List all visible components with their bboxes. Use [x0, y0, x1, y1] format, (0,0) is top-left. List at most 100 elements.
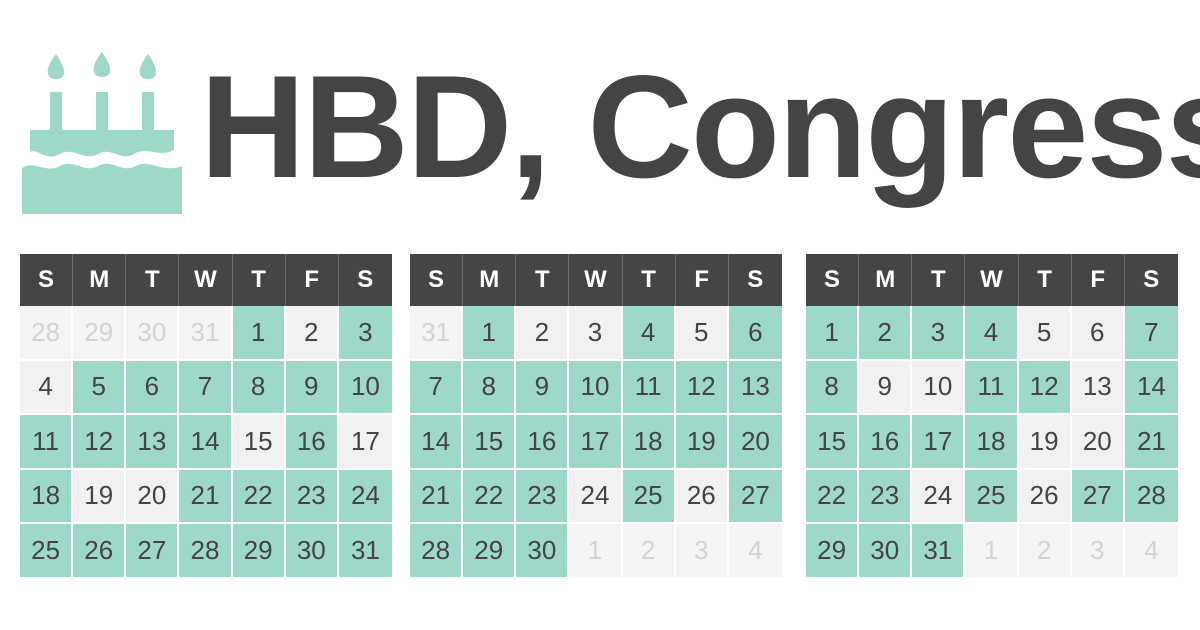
day-cell-in-session: 17 [569, 415, 623, 470]
day-cell: 20 [1071, 415, 1125, 470]
day-cell-in-session: 16 [516, 415, 570, 470]
weekday-label: T [126, 254, 180, 306]
day-cell-in-session: 11 [965, 360, 1019, 415]
weekday-label: F [1072, 254, 1125, 306]
weekday-label: M [463, 254, 517, 306]
day-cell-in-session: 12 [73, 415, 127, 470]
day-cell-other-month: 3 [1071, 524, 1125, 579]
day-cell-other-month: 29 [73, 306, 127, 361]
weekday-label: F [676, 254, 729, 306]
day-cell-in-session: 27 [728, 469, 782, 524]
weekday-label: W [179, 254, 233, 306]
weekday-header: SMTWTFS [410, 254, 782, 306]
day-cell: 5 [1018, 306, 1072, 361]
day-cell-in-session: 23 [859, 469, 913, 524]
day-cell-in-session: 23 [285, 469, 339, 524]
day-cell-in-session: 11 [622, 360, 676, 415]
day-cell-in-session: 26 [73, 524, 127, 579]
day-cell-in-session: 3 [338, 306, 392, 361]
day-cell: 10 [912, 360, 966, 415]
day-cell-in-session: 22 [463, 469, 517, 524]
weekday-header: SMTWTFS [806, 254, 1178, 306]
weekday-label: M [73, 254, 127, 306]
page-title: HBD, Congress [200, 45, 1200, 208]
day-cell-in-session: 6 [728, 306, 782, 361]
weekday-label: W [965, 254, 1019, 306]
calendar-month-2: SMTWTFS 31 1 2 3 4 5 6 7 8 9 10 11 12 13 14 15 16 17 18 19 2… [410, 254, 782, 579]
day-cell: 3 [569, 306, 623, 361]
day-cell-in-session: 10 [569, 360, 623, 415]
day-cell-in-session: 25 [965, 469, 1019, 524]
day-cell: 24 [912, 469, 966, 524]
day-cell-in-session: 19 [675, 415, 729, 470]
day-cell-other-month: 31 [410, 306, 464, 361]
day-cell-other-month: 2 [1018, 524, 1072, 579]
day-cell-in-session: 29 [463, 524, 517, 579]
day-cell-in-session: 1 [463, 306, 517, 361]
day-cell-in-session: 16 [285, 415, 339, 470]
day-cell-in-session: 16 [859, 415, 913, 470]
weekday-label: W [569, 254, 623, 306]
day-cell: 2 [516, 306, 570, 361]
day-grid: 28 29 30 31 1 2 3 4 5 6 7 8 9 10 11 12 13 14 15 16 17 18 19 20 2… [20, 306, 392, 579]
day-cell-in-session: 18 [965, 415, 1019, 470]
weekday-label: T [912, 254, 966, 306]
day-cell-other-month: 30 [126, 306, 180, 361]
day-cell-in-session: 24 [338, 469, 392, 524]
day-cell-in-session: 10 [338, 360, 392, 415]
day-cell-in-session: 11 [20, 415, 74, 470]
weekday-label: M [859, 254, 913, 306]
day-cell-in-session: 2 [859, 306, 913, 361]
day-cell-in-session: 28 [179, 524, 233, 579]
day-cell: 17 [338, 415, 392, 470]
day-cell-in-session: 8 [232, 360, 286, 415]
day-grid: 31 1 2 3 4 5 6 7 8 9 10 11 12 13 14 15 16 17 18 19 20 21 22 23 2… [410, 306, 782, 579]
weekday-label: S [806, 254, 860, 306]
day-cell: 24 [569, 469, 623, 524]
day-cell-in-session: 22 [232, 469, 286, 524]
calendar-month-1: SMTWTFS 28 29 30 31 1 2 3 4 5 6 7 8 9 10 11 12 13 14 15 16 1… [20, 254, 392, 579]
day-cell-in-session: 4 [965, 306, 1019, 361]
day-cell-in-session: 6 [126, 360, 180, 415]
day-cell-other-month: 31 [179, 306, 233, 361]
day-cell-in-session: 20 [728, 415, 782, 470]
day-cell: 26 [675, 469, 729, 524]
day-cell-in-session: 25 [20, 524, 74, 579]
day-cell-in-session: 23 [516, 469, 570, 524]
weekday-label: T [1019, 254, 1072, 306]
day-cell-in-session: 8 [463, 360, 517, 415]
day-cell-in-session: 29 [232, 524, 286, 579]
day-cell: 2 [285, 306, 339, 361]
day-cell-in-session: 8 [806, 360, 860, 415]
weekday-label: S [410, 254, 464, 306]
day-cell-in-session: 31 [338, 524, 392, 579]
day-cell-in-session: 28 [410, 524, 464, 579]
weekday-label: S [1143, 266, 1160, 293]
day-cell: 19 [73, 469, 127, 524]
day-cell-other-month: 2 [622, 524, 676, 579]
day-cell-in-session: 14 [410, 415, 464, 470]
day-cell-other-month: 3 [675, 524, 729, 579]
day-cell-in-session: 7 [1124, 306, 1178, 361]
weekday-label: T [623, 254, 676, 306]
day-cell-in-session: 7 [410, 360, 464, 415]
weekday-label: S [747, 266, 764, 293]
weekday-label: F [286, 254, 339, 306]
day-cell-in-session: 9 [516, 360, 570, 415]
day-cell-in-session: 4 [622, 306, 676, 361]
day-cell-in-session: 30 [516, 524, 570, 579]
day-cell: 20 [126, 469, 180, 524]
weekday-label: T [233, 254, 286, 306]
birthday-cake-icon [22, 52, 182, 214]
day-cell: 26 [1018, 469, 1072, 524]
day-cell-in-session: 18 [20, 469, 74, 524]
day-cell-in-session: 27 [126, 524, 180, 579]
day-cell-in-session: 1 [232, 306, 286, 361]
day-cell-in-session: 12 [675, 360, 729, 415]
calendar-month-3: SMTWTFS 1 2 3 4 5 6 7 8 9 10 11 12 13 14 15 16 17 18 19 20 2… [806, 254, 1178, 579]
day-cell-in-session: 29 [806, 524, 860, 579]
day-cell-in-session: 13 [126, 415, 180, 470]
day-cell: 4 [20, 360, 74, 415]
day-cell-in-session: 5 [73, 360, 127, 415]
day-cell-in-session: 25 [622, 469, 676, 524]
